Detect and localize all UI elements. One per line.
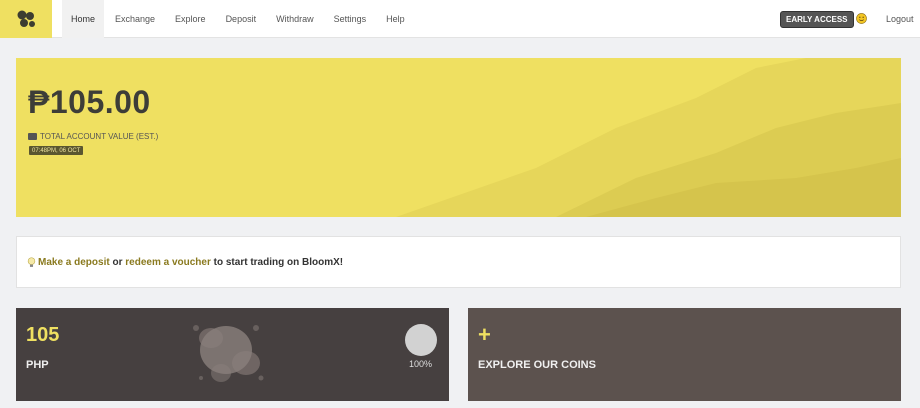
- top-nav: Home Exchange Explore Deposit Withdraw S…: [0, 0, 920, 38]
- nav-menu: Home Exchange Explore Deposit Withdraw S…: [62, 0, 416, 38]
- nav-help[interactable]: Help: [377, 0, 414, 38]
- early-access-badge[interactable]: EARLY ACCESS: [780, 11, 854, 28]
- total-balance: ₱105.00: [28, 84, 151, 120]
- info-or-text: or: [109, 256, 126, 268]
- bloomx-logo-icon: [17, 10, 35, 27]
- total-value-label: TOTAL ACCOUNT VALUE (EST.): [28, 132, 158, 141]
- nav-explore[interactable]: Explore: [166, 0, 215, 38]
- php-amount: 105: [26, 324, 60, 346]
- php-balance-card[interactable]: 105 PHP 100%: [16, 308, 449, 401]
- timestamp-badge: 07:48PM, 06 OCT: [29, 146, 84, 155]
- info-rest-text: to start trading on BloomX!: [210, 256, 344, 268]
- allocation-pie: [405, 324, 437, 356]
- allocation-percent: 100%: [409, 359, 433, 369]
- nav-home[interactable]: Home: [62, 0, 105, 38]
- nav-settings[interactable]: Settings: [325, 0, 376, 38]
- lightbulb-icon: [27, 256, 36, 267]
- make-deposit-link[interactable]: Make a deposit: [38, 257, 110, 268]
- splash-decoration: [193, 325, 264, 382]
- wallet-icon: [28, 133, 37, 140]
- plus-icon: +: [478, 322, 491, 347]
- explore-coins-card[interactable]: + EXPLORE OUR COINS: [468, 308, 901, 401]
- php-currency: PHP: [26, 359, 49, 371]
- account-value-banner: ₱105.00 TOTAL ACCOUNT VALUE (EST.) 07:48…: [16, 58, 901, 217]
- nav-withdraw[interactable]: Withdraw: [267, 0, 323, 38]
- bloomx-logo[interactable]: [0, 0, 52, 38]
- getting-started-banner: Make a deposit or redeem a voucher to st…: [16, 236, 901, 288]
- total-value-text: TOTAL ACCOUNT VALUE (EST.): [40, 132, 159, 141]
- smiley-icon[interactable]: [856, 13, 867, 24]
- redeem-voucher-link[interactable]: redeem a voucher: [125, 257, 211, 268]
- explore-coins-label: EXPLORE OUR COINS: [478, 359, 596, 371]
- logout-link[interactable]: Logout: [886, 0, 914, 38]
- nav-exchange[interactable]: Exchange: [106, 0, 164, 38]
- nav-deposit[interactable]: Deposit: [217, 0, 266, 38]
